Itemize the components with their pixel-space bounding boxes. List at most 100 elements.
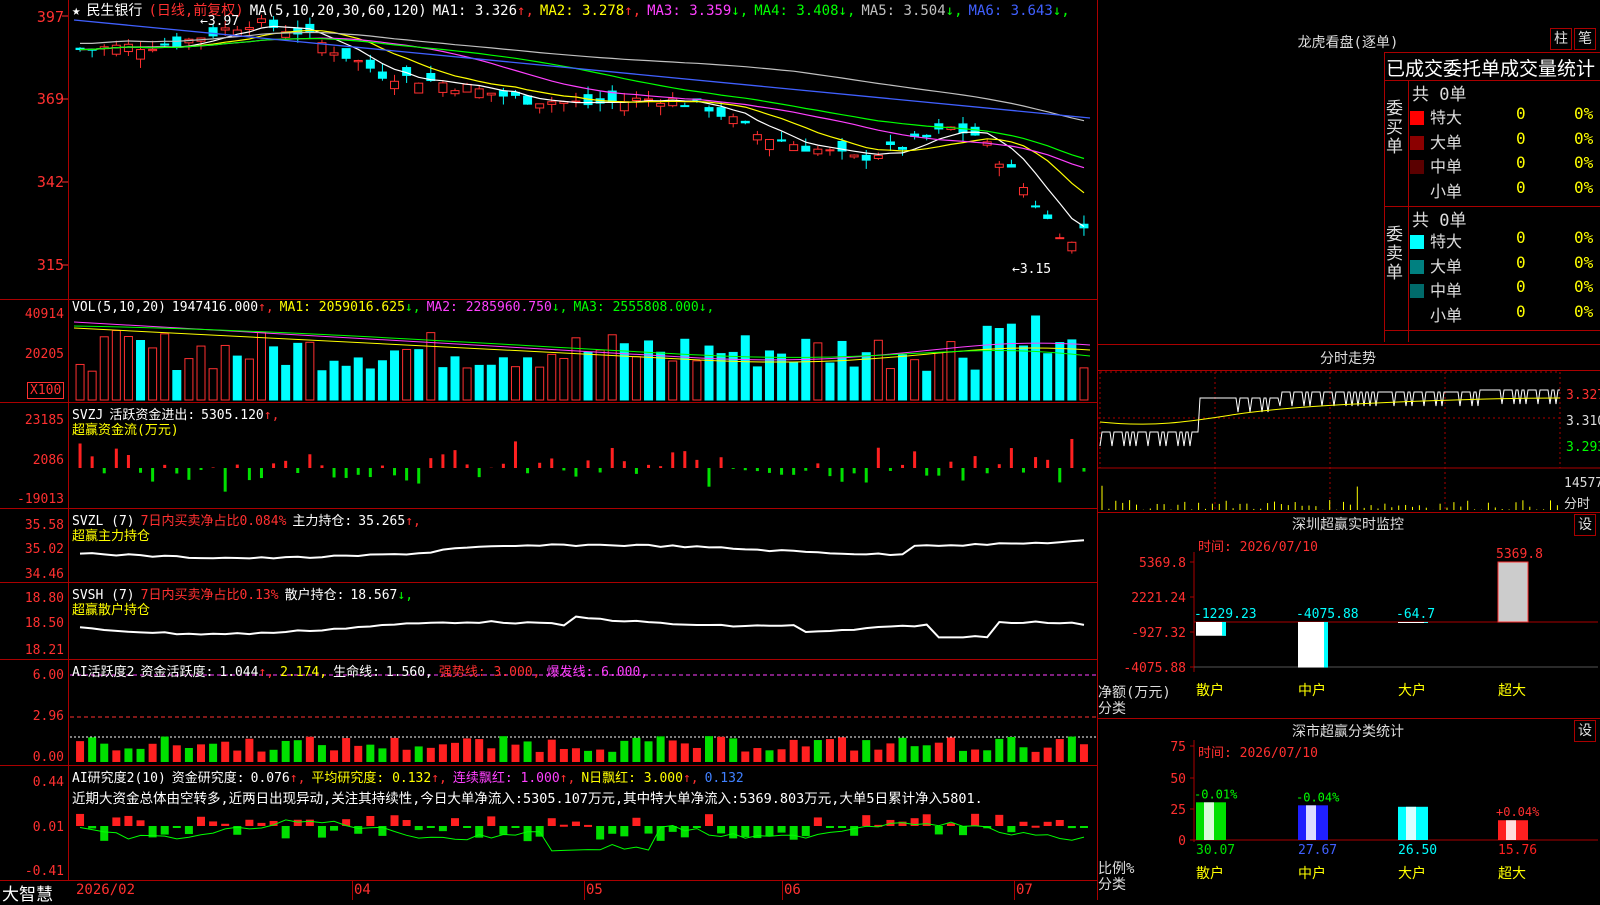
fenshi-avg-line [1100,398,1560,424]
volume-bar [233,356,241,400]
vol-ma-legend-2: MA2: 2285960.750 [427,300,552,315]
volume-bar [959,358,967,400]
activity-bar [511,745,519,762]
fund-flow-bar [635,468,638,474]
activity-bar [403,750,411,762]
stats-left-line [1384,52,1385,342]
research-bar [620,826,628,836]
sz-monitor-xlabel: 分类 [1098,698,1126,718]
ma-line [80,32,1084,120]
row-pct: 0% [1574,104,1593,123]
candle-body [886,142,894,145]
stats-bottom-line [1384,330,1600,331]
x-label-1: 2026/02 [76,882,135,898]
activity-bar [185,748,193,762]
volume-bar [983,326,991,400]
fund-flow-bar [937,468,940,476]
fund-flow-bar [816,463,819,468]
activity-bar [608,752,616,762]
svzj-tick-1: 23185 [0,413,64,428]
volume-bar [1080,368,1088,400]
research-bar [451,818,459,826]
class-bar-highlight [1204,802,1214,840]
fund-flow-bar [865,468,868,483]
activity-bar [959,751,967,762]
volume-bar [511,367,519,400]
fund-flow-bar [284,461,287,468]
x-label-3: 05 [586,882,603,898]
volume-bar [270,347,278,400]
research-bar [1019,822,1027,826]
class-tick-2: 50 [1170,772,1186,787]
activity-bar [427,748,435,762]
volume-bar [245,359,253,400]
fund-flow-bar [1022,468,1025,473]
fund-flow-bar [417,468,420,484]
fund-flow-bar [949,462,952,468]
monitor-bar-2 [1298,622,1328,668]
sell-row-3: 中单00% [1410,277,1600,301]
class-change-2: -0.04% [1296,790,1340,804]
fund-flow-bar [212,467,215,468]
row-name: 中单 [1430,157,1462,176]
activity-bar [270,750,278,762]
activity-bar [693,748,701,762]
sell-side-label: 委卖单 [1386,226,1406,283]
fund-flow-bar [357,468,360,475]
volume-bar [620,344,628,400]
activity-bar [245,739,253,762]
candle-body [124,44,132,51]
research-bar [741,826,749,837]
retail-position-line [80,617,1084,638]
research-bar [209,821,217,826]
fund-flow-bar [429,458,432,468]
candle-body [499,91,507,96]
candle-body [814,149,822,154]
fund-flow-bar [962,468,965,481]
buy-row-1: 特大00% [1410,104,1600,128]
stats-header: 已成交委托单成交量统计 [1386,54,1595,81]
volume-bar [596,350,604,400]
fenshi-vol-max: 14577 [1564,476,1600,491]
candle-body [802,146,810,151]
class-category-3: 大户 [1398,865,1426,882]
class-bar-highlight [1306,805,1316,840]
vol-tick-2: 20205 [0,347,64,362]
research-bar [584,825,592,827]
volume-bar [862,353,870,400]
brand-label[interactable]: 大智慧 [2,880,53,905]
volume-bar [403,349,411,400]
candle-body [536,104,544,108]
volume-bar [814,343,822,400]
candle-body [257,19,265,23]
activity-bar [802,746,810,762]
candle-body [487,93,495,95]
fund-flow-bar [151,468,154,482]
x-tick-3 [782,880,783,900]
vol-ma-arrow-2: ↓, [552,300,568,315]
row-count: 0 [1516,104,1526,123]
activity-bar [499,736,507,762]
tick-mode-button[interactable]: 笔 [1574,28,1596,50]
activity-bar [318,745,326,762]
chart-area[interactable]: ★民生银行(日线,前复权)MA(5,10,20,30,60,120)MA1: 3… [0,0,1098,900]
row-pct: 0% [1574,129,1593,148]
class-change-4: +0.04% [1496,805,1540,819]
activity-bar [257,752,265,762]
research-bar [862,815,870,826]
bar-mode-button[interactable]: 柱 [1550,28,1572,50]
fund-flow-bar [272,463,275,468]
fund-flow-bar [732,468,735,469]
ai1-tick-3: 0.00 [0,750,64,765]
monitor-category-4: 超大 [1498,683,1526,699]
vol-unit-badge[interactable]: X100 [27,382,64,399]
volume-bar [76,364,84,400]
fund-flow-bar [720,457,723,468]
volume-bar [524,358,532,400]
research-bar [572,822,580,826]
fund-flow-bar [454,450,457,468]
candle-body [330,53,338,55]
volume-bar [475,365,483,400]
research-bar [1044,822,1052,826]
intraday-chart[interactable] [1098,370,1600,515]
